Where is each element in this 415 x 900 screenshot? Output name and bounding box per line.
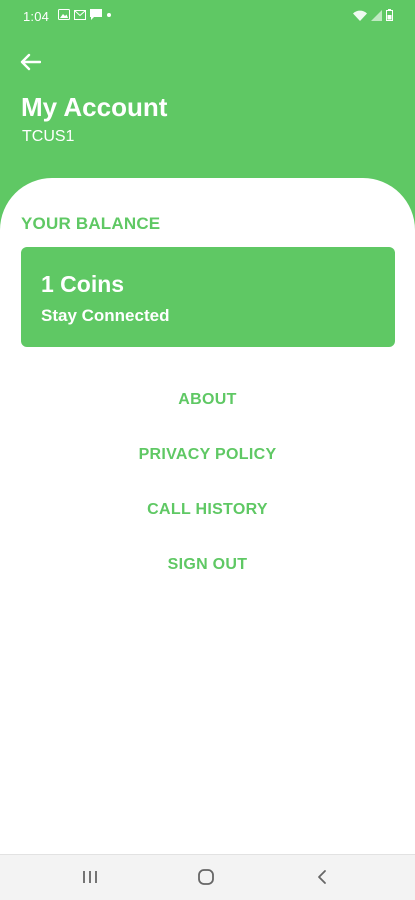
page-title: My Account <box>21 92 168 122</box>
home-icon <box>198 869 214 885</box>
dot-icon <box>107 12 111 17</box>
back-icon <box>318 870 326 884</box>
recents-button[interactable] <box>78 865 102 889</box>
system-nav-bar <box>0 854 415 900</box>
balance-label: YOUR BALANCE <box>21 214 161 233</box>
status-notification-icons <box>58 9 112 20</box>
sign-out-link[interactable]: SIGN OUT <box>0 556 415 574</box>
battery-icon <box>386 9 393 21</box>
coin-balance: 1 Coins <box>41 271 125 297</box>
status-bar: 1:04 <box>0 0 415 34</box>
back-button[interactable] <box>16 48 44 76</box>
call-history-link[interactable]: CALL HISTORY <box>0 501 415 519</box>
privacy-policy-link[interactable]: PRIVACY POLICY <box>0 446 415 464</box>
account-id: TCUS1 <box>22 128 75 145</box>
mail-icon <box>74 9 86 20</box>
recents-icon <box>83 871 97 883</box>
status-time: 1:04 <box>23 9 50 24</box>
message-icon <box>90 9 102 20</box>
arrow-left-icon <box>20 53 41 71</box>
balance-note: Stay Connected <box>41 306 170 325</box>
balance-card: 1 Coins Stay Connected <box>21 247 395 347</box>
signal-icon <box>371 9 382 21</box>
about-link[interactable]: ABOUT <box>0 391 415 409</box>
home-button[interactable] <box>194 865 218 889</box>
image-icon <box>58 9 70 20</box>
status-system-icons <box>353 9 393 21</box>
wifi-icon <box>353 10 367 21</box>
system-back-button[interactable] <box>310 865 334 889</box>
